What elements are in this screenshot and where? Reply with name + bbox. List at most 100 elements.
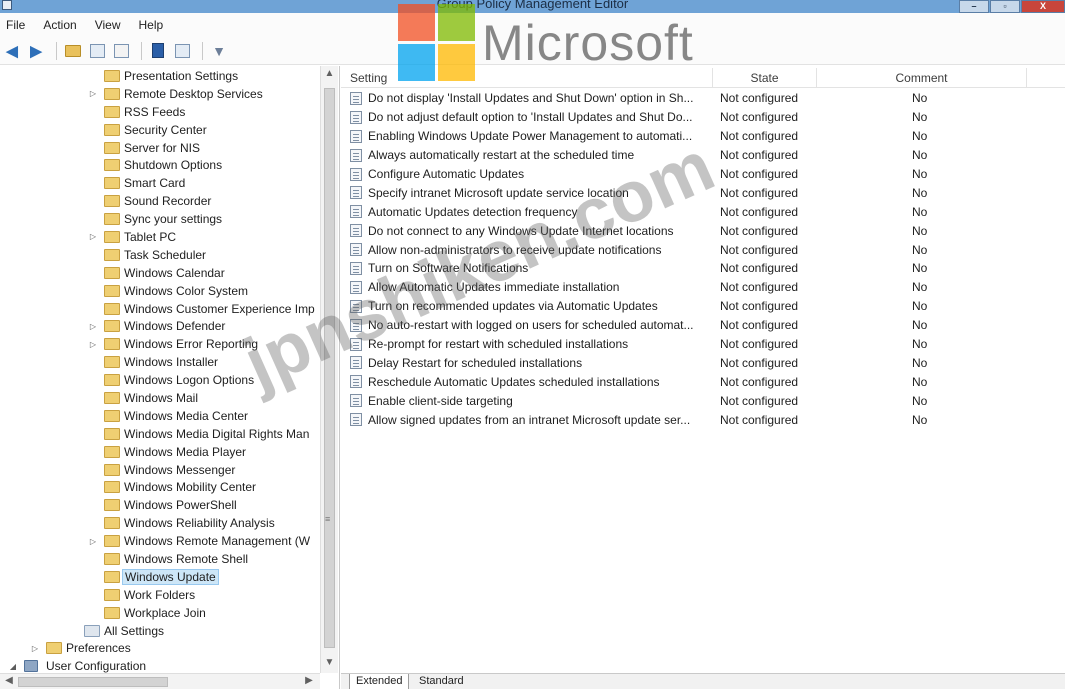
- maximize-button[interactable]: ▫: [990, 0, 1020, 13]
- folder-icon: [104, 445, 120, 458]
- expand-icon[interactable]: ▷: [30, 644, 40, 653]
- folder-icon: [104, 463, 120, 476]
- tree-item-windows-media-drm[interactable]: Windows Media Digital Rights Man: [0, 425, 320, 443]
- expand-icon[interactable]: ▷: [88, 232, 98, 241]
- menu-action[interactable]: Action: [43, 18, 76, 32]
- window-title: Group Policy Management Editor: [436, 0, 629, 11]
- tree-item-task-scheduler[interactable]: Task Scheduler: [0, 246, 320, 264]
- tree-item-server-for-nis[interactable]: Server for NIS: [0, 139, 320, 157]
- column-header-comment[interactable]: Comment: [817, 68, 1027, 88]
- table-row[interactable]: Do not adjust default option to 'Install…: [341, 108, 1065, 127]
- tree-item-rss-feeds[interactable]: RSS Feeds: [0, 103, 320, 121]
- folder-icon: [104, 356, 120, 369]
- tree-item-presentation-settings[interactable]: Presentation Settings: [0, 67, 320, 85]
- table-row[interactable]: Enable client-side targeting Not configur…: [341, 391, 1065, 410]
- filter-icon[interactable]: ▼: [209, 41, 229, 61]
- tree-item-tablet-pc[interactable]: ▷ Tablet PC: [0, 228, 320, 246]
- up-folder-icon[interactable]: [63, 41, 83, 61]
- tree-item-windows-media-center[interactable]: Windows Media Center: [0, 407, 320, 425]
- column-header-state[interactable]: State: [713, 68, 817, 88]
- tree-item-windows-media-player[interactable]: Windows Media Player: [0, 443, 320, 461]
- tree-item-windows-reliability-analysis[interactable]: Windows Reliability Analysis: [0, 514, 320, 532]
- tree-item-windows-remote-management[interactable]: ▷ Windows Remote Management (W: [0, 532, 320, 550]
- tree-item-sound-recorder[interactable]: Sound Recorder: [0, 192, 320, 210]
- tree-item-remote-desktop-services[interactable]: ▷ Remote Desktop Services: [0, 85, 320, 103]
- expand-icon[interactable]: ▷: [88, 340, 98, 349]
- folder-icon: [104, 588, 120, 601]
- tree-item-all-settings[interactable]: All Settings: [0, 622, 320, 640]
- tree-item-security-center[interactable]: Security Center: [0, 121, 320, 139]
- folder-icon: [104, 284, 120, 297]
- toolbar-separator: [56, 41, 57, 60]
- tree-horizontal-scrollbar[interactable]: ◀ ▶: [0, 673, 320, 689]
- folder-icon: [104, 195, 120, 208]
- tree-item-windows-update[interactable]: Windows Update: [0, 568, 320, 586]
- policy-setting-icon: [350, 224, 362, 238]
- menu-view[interactable]: View: [95, 18, 121, 32]
- expand-icon[interactable]: ▷: [88, 537, 98, 546]
- folder-icon: [104, 606, 120, 619]
- scrollbar-thumb[interactable]: [18, 677, 168, 687]
- tree-item-windows-remote-shell[interactable]: Windows Remote Shell: [0, 550, 320, 568]
- tab-standard[interactable]: Standard: [413, 674, 470, 689]
- folder-icon: [104, 535, 120, 548]
- folder-icon: [104, 230, 120, 243]
- tree-item-windows-mobility-center[interactable]: Windows Mobility Center: [0, 478, 320, 496]
- scroll-down-icon[interactable]: ▼: [321, 657, 338, 673]
- folder-icon: [104, 552, 120, 565]
- show-hide-tree-icon[interactable]: [87, 41, 107, 61]
- folder-icon: [104, 105, 120, 118]
- table-row[interactable]: Allow signed updates from an intranet Mi…: [341, 410, 1065, 429]
- scroll-left-icon[interactable]: ◀: [2, 675, 16, 686]
- policy-setting-icon: [350, 148, 362, 162]
- table-row[interactable]: Enabling Windows Update Power Management…: [341, 127, 1065, 146]
- folder-icon: [104, 391, 120, 404]
- tree-item-shutdown-options[interactable]: Shutdown Options: [0, 156, 320, 174]
- policy-setting-icon: [350, 186, 362, 200]
- tree-item-work-folders[interactable]: Work Folders: [0, 586, 320, 604]
- table-row[interactable]: Reschedule Automatic Updates scheduled i…: [341, 372, 1065, 391]
- folder-icon: [104, 570, 120, 583]
- tree-item-windows-messenger[interactable]: Windows Messenger: [0, 461, 320, 479]
- table-row[interactable]: Delay Restart for scheduled installation…: [341, 353, 1065, 372]
- folder-icon: [104, 338, 120, 351]
- help-icon[interactable]: [148, 41, 168, 61]
- expand-icon[interactable]: ▷: [88, 89, 98, 98]
- folder-icon: [104, 374, 120, 387]
- back-icon[interactable]: ◀: [2, 41, 22, 61]
- forward-icon[interactable]: ▶: [26, 41, 46, 61]
- microsoft-wordmark-watermark: Microsoft: [482, 15, 694, 71]
- scroll-up-icon[interactable]: ▲: [321, 68, 338, 84]
- folder-icon: [104, 320, 120, 333]
- policy-setting-icon: [350, 129, 362, 143]
- tree-item-windows-calendar[interactable]: Windows Calendar: [0, 264, 320, 282]
- all-settings-icon: [84, 624, 100, 637]
- properties-icon[interactable]: [172, 41, 192, 61]
- tree-item-windows-powershell[interactable]: Windows PowerShell: [0, 496, 320, 514]
- export-list-icon[interactable]: [111, 41, 131, 61]
- title-bar: Group Policy Management Editor – ▫ X: [0, 0, 1065, 13]
- menu-file[interactable]: File: [6, 18, 25, 32]
- expand-icon[interactable]: ▷: [88, 322, 98, 331]
- folder-icon: [104, 517, 120, 530]
- collapse-icon[interactable]: ◢: [8, 662, 18, 671]
- tree-item-preferences[interactable]: ▷ Preferences: [0, 640, 320, 658]
- close-button[interactable]: X: [1021, 0, 1065, 13]
- toolbar-separator: [141, 41, 142, 60]
- tree-item-workplace-join[interactable]: Workplace Join: [0, 604, 320, 622]
- scroll-right-icon[interactable]: ▶: [302, 675, 316, 686]
- tree-item-sync-your-settings[interactable]: Sync your settings: [0, 210, 320, 228]
- tab-extended[interactable]: Extended: [349, 674, 410, 689]
- folder-icon: [104, 69, 120, 82]
- table-row[interactable]: Re-prompt for restart with scheduled ins…: [341, 335, 1065, 354]
- tree-item-smart-card[interactable]: Smart Card: [0, 174, 320, 192]
- table-row[interactable]: Do not display 'Install Updates and Shut…: [341, 89, 1065, 108]
- view-tabs: Extended Standard: [341, 673, 1065, 689]
- policy-setting-icon: [350, 91, 362, 105]
- tree-item-windows-color-system[interactable]: Windows Color System: [0, 282, 320, 300]
- menu-help[interactable]: Help: [139, 18, 164, 32]
- folder-icon: [104, 159, 120, 172]
- folder-icon: [104, 302, 120, 315]
- minimize-button[interactable]: –: [959, 0, 989, 13]
- folder-icon: [104, 87, 120, 100]
